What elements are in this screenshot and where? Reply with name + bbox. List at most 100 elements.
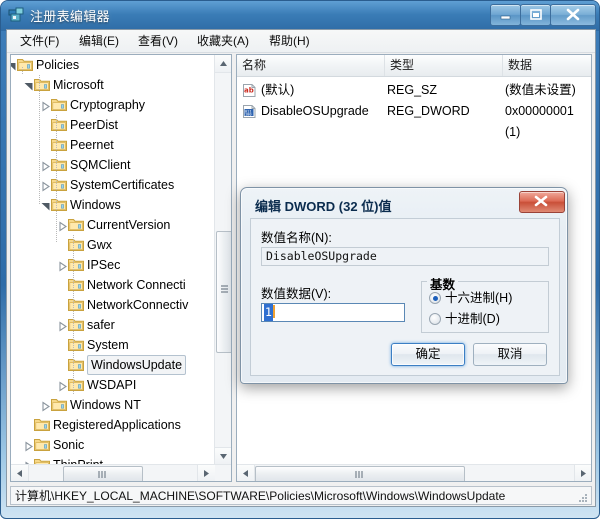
table-row[interactable]: 011 100 DisableOSUpgrade REG_DWORD 0x000… (237, 101, 591, 139)
registry-path: 计算机\HKEY_LOCAL_MACHINE\SOFTWARE\Policies… (15, 489, 506, 503)
tree-node-label: Gwx (87, 238, 112, 252)
menu-edit[interactable]: 编辑(E) (72, 33, 126, 49)
dialog-body: 数值名称(N): DisableOSUpgrade 数值数据(V): 1 基数 … (250, 218, 560, 376)
resize-grip-icon[interactable] (577, 491, 589, 503)
folder-icon (51, 117, 67, 131)
radio-decimal-icon (429, 313, 441, 325)
column-header-type[interactable]: 类型 (385, 55, 503, 76)
collapse-triangle-icon[interactable] (23, 79, 34, 91)
tree-node-label: CurrentVersion (87, 218, 171, 232)
tree-node-label: Windows NT (70, 398, 141, 412)
folder-icon (68, 257, 84, 271)
tree-node-label: PeerDist (70, 118, 118, 132)
column-header-name[interactable]: 名称 (237, 55, 385, 76)
tree-node[interactable]: Windows (11, 195, 214, 215)
cancel-button[interactable]: 取消 (473, 343, 547, 366)
tree-scroll-up-button[interactable] (215, 55, 231, 73)
tree-node[interactable]: IPSec (11, 255, 214, 275)
value-data-label: 数值数据(V): (261, 287, 332, 301)
tree-node[interactable]: Network Connecti (11, 275, 214, 295)
tree-node-label: Policies (36, 58, 80, 72)
list-scroll-right-button[interactable] (574, 465, 591, 481)
tree-vscrollbar[interactable] (214, 55, 231, 465)
tree-node[interactable]: RegisteredApplications (11, 415, 214, 435)
folder-icon (51, 197, 67, 211)
menu-file[interactable]: 文件(F) (13, 33, 66, 49)
tree-node[interactable]: Gwx (11, 235, 214, 255)
expand-triangle-icon[interactable] (40, 179, 51, 192)
tree-node[interactable]: Cryptography (11, 95, 214, 115)
tree-node[interactable]: ThinPrint (11, 455, 214, 464)
list-hscroll-thumb[interactable] (255, 466, 465, 481)
value-data: 0x00000001 (1) (505, 104, 574, 139)
expand-triangle-icon[interactable] (40, 99, 51, 112)
value-data-input[interactable]: 1 (261, 303, 405, 322)
string-value-icon: ab (242, 83, 257, 98)
tree-node[interactable]: safer (11, 315, 214, 335)
collapse-triangle-icon[interactable] (40, 199, 51, 211)
tree-node[interactable]: PeerDist (11, 115, 214, 135)
tree-node-label: WSDAPI (87, 378, 137, 392)
expand-triangle-icon[interactable] (57, 379, 68, 392)
tree-node[interactable]: Policies (11, 55, 214, 75)
dialog-title: 编辑 DWORD (32 位)值 (255, 199, 392, 214)
menu-favorites[interactable]: 收藏夹(A) (190, 33, 256, 49)
folder-icon (51, 397, 67, 411)
tree-node-label: ThinPrint (53, 455, 103, 464)
ok-button[interactable]: 确定 (391, 343, 465, 366)
tree-node[interactable]: Peernet (11, 135, 214, 155)
tree-node[interactable]: Microsoft (11, 75, 214, 95)
tree-node[interactable]: SQMClient (11, 155, 214, 175)
table-row[interactable]: ab (默认) REG_SZ (数值未设置) (237, 80, 591, 101)
tree-node[interactable]: CurrentVersion (11, 215, 214, 235)
expand-triangle-icon[interactable] (57, 319, 68, 332)
value-name-field: DisableOSUpgrade (261, 247, 549, 266)
window-title: 注册表编辑器 (30, 9, 110, 24)
list-scroll-left-button[interactable] (237, 465, 255, 481)
tree-hscroll-thumb[interactable] (63, 466, 143, 481)
tree-scroll-viewport: Policies Microsoft Cryptography PeerDist Pee… (11, 55, 214, 464)
list-hscrollbar[interactable] (237, 464, 591, 481)
tree-node[interactable]: Sonic (11, 435, 214, 455)
folder-icon (68, 317, 84, 331)
tree-node[interactable]: Windows NT (11, 395, 214, 415)
tree-scroll-left-button[interactable] (11, 465, 29, 481)
folder-icon (68, 237, 84, 251)
menu-help[interactable]: 帮助(H) (262, 33, 317, 49)
tree-guide-line (73, 235, 74, 395)
tree-hscrollbar[interactable] (11, 464, 231, 481)
expand-triangle-icon[interactable] (57, 259, 68, 272)
tree-node[interactable]: NetworkConnectiv (11, 295, 214, 315)
value-type: REG_DWORD (387, 104, 470, 118)
menu-view[interactable]: 查看(V) (131, 33, 185, 49)
dialog-close-button[interactable] (519, 191, 565, 213)
tree-node-label: SystemCertificates (70, 178, 175, 192)
maximize-button[interactable] (520, 4, 551, 26)
tree-node[interactable]: System (11, 335, 214, 355)
expand-triangle-icon[interactable] (57, 219, 68, 232)
expand-triangle-icon[interactable] (40, 399, 51, 412)
tree-node-label: Network Connecti (87, 278, 186, 292)
folder-icon (34, 77, 50, 91)
value-data: (数值未设置) (505, 83, 576, 97)
folder-icon (68, 217, 84, 231)
tree-guide-line (56, 115, 57, 243)
expand-triangle-icon[interactable] (40, 159, 51, 172)
folder-icon (51, 157, 67, 171)
tree-scroll-thumb[interactable] (216, 231, 231, 353)
title-bar[interactable]: 注册表编辑器 (1, 1, 599, 29)
folder-icon (68, 357, 84, 371)
registry-tree-pane[interactable]: Policies Microsoft Cryptography PeerDist Pee… (10, 54, 232, 482)
tree-node[interactable]: WSDAPI (11, 375, 214, 395)
minimize-button[interactable] (490, 4, 521, 26)
tree-scroll-down-button[interactable] (215, 447, 231, 465)
tree-node[interactable]: WindowsUpdate (11, 355, 214, 375)
expand-triangle-icon[interactable] (23, 439, 34, 452)
tree-node[interactable]: SystemCertificates (11, 175, 214, 195)
regedit-icon (8, 6, 25, 23)
column-header-data[interactable]: 数据 (503, 55, 591, 76)
tree-guide-line (22, 67, 23, 75)
tree-scroll-right-button[interactable] (197, 465, 215, 481)
folder-icon (68, 337, 84, 351)
close-button[interactable] (550, 4, 596, 26)
